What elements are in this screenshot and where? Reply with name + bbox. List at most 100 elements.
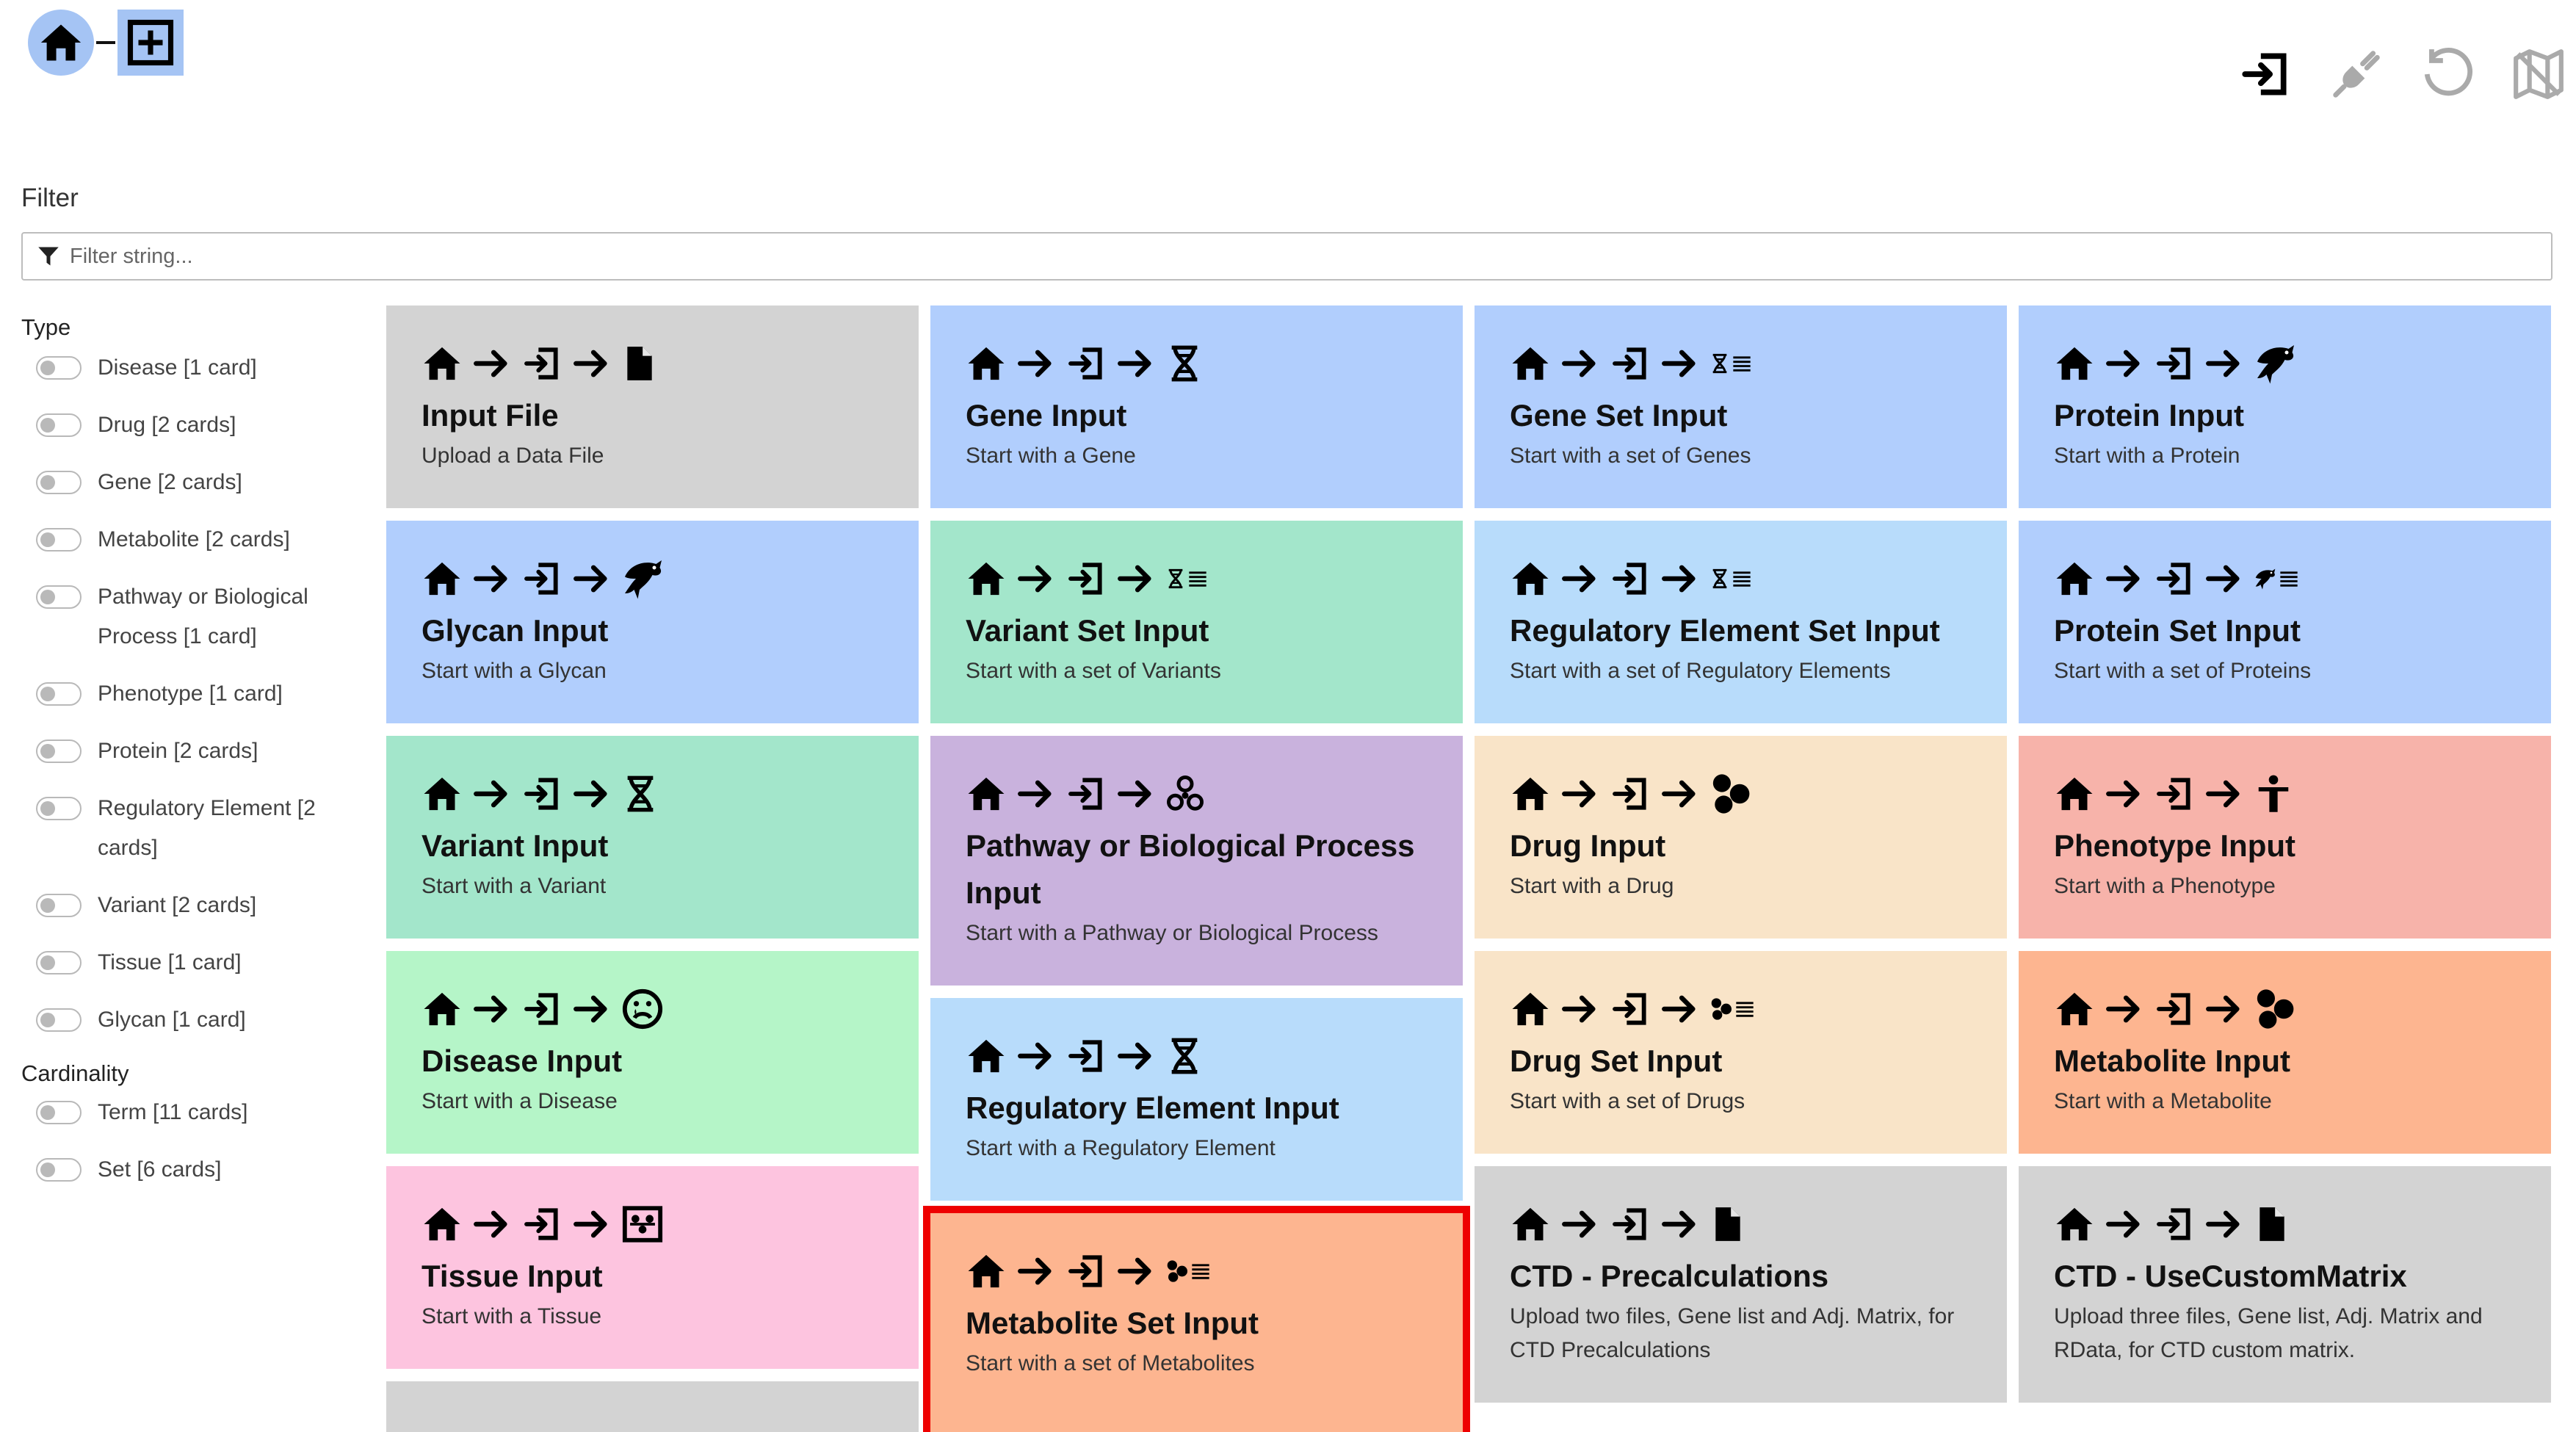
card-drug-input[interactable]: Drug Input Start with a Drug xyxy=(1475,736,2007,939)
import-icon xyxy=(1610,558,1651,599)
funnel-icon xyxy=(38,247,59,266)
toggle-label: Pathway or Biological Process [1 card] xyxy=(98,585,308,648)
filter-toggle-tissue[interactable]: Tissue [1 card] xyxy=(21,943,366,983)
filter-toggle-term[interactable]: Term [11 cards] xyxy=(21,1093,366,1132)
filter-toggle-regulatory-element[interactable]: Regulatory Element [2 cards] xyxy=(21,789,366,868)
card-partial[interactable] xyxy=(386,1381,919,1432)
card-gene-input[interactable]: Gene Input Start with a Gene xyxy=(930,305,1463,508)
arrow-right-icon xyxy=(1017,1037,1055,1075)
home-icon xyxy=(2054,988,2095,1030)
card-icon-chain xyxy=(2054,556,2551,601)
card-subtitle: Start with a set of Proteins xyxy=(2054,659,2312,683)
card-metabolite-set-input[interactable]: Metabolite Set Input Start with a set of … xyxy=(923,1206,1470,1432)
hourglass-icon xyxy=(1710,568,1730,589)
card-icon-chain xyxy=(2054,986,2551,1032)
filter-toggle-glycan[interactable]: Glycan [1 card] xyxy=(21,1000,366,1040)
file-icon xyxy=(1710,1206,1746,1243)
toggle-switch[interactable] xyxy=(36,585,82,609)
card-subtitle: Start with a Regulatory Element xyxy=(966,1136,1276,1160)
filter-toggle-drug[interactable]: Drug [2 cards] xyxy=(21,405,366,445)
arrow-right-icon xyxy=(2205,344,2243,383)
molecule-icon xyxy=(1710,997,1733,1021)
card-phenotype-input[interactable]: Phenotype Input Start with a Phenotype xyxy=(2019,736,2551,939)
card-drug-set-input[interactable]: Drug Set Input Start with a set of Drugs xyxy=(1475,951,2007,1154)
card-tissue-input[interactable]: Tissue Input Start with a Tissue xyxy=(386,1166,919,1369)
breadcrumb-separator xyxy=(96,41,115,44)
tissue-icon xyxy=(621,1203,664,1245)
arrow-right-icon xyxy=(1017,775,1055,813)
toggle-switch[interactable] xyxy=(36,413,82,437)
toggle-switch[interactable] xyxy=(36,894,82,917)
import-button[interactable] xyxy=(2237,46,2294,103)
card-title: CTD - Precalculations xyxy=(1510,1259,1829,1293)
import-icon xyxy=(521,558,562,599)
filter-toggle-phenotype[interactable]: Phenotype [1 card] xyxy=(21,674,366,714)
toggle-switch[interactable] xyxy=(36,1008,82,1032)
card-regulatory-element-input[interactable]: Regulatory Element Input Start with a Reg… xyxy=(930,998,1463,1201)
list-icon xyxy=(2279,568,2299,589)
reset-button[interactable] xyxy=(2419,46,2476,103)
card-regulatory-element-set-input[interactable]: Regulatory Element Set Input Start with a… xyxy=(1475,521,2007,723)
toggle-switch[interactable] xyxy=(36,951,82,974)
toggle-switch[interactable] xyxy=(36,1158,82,1182)
dolphin-icon xyxy=(621,557,665,601)
filter-field[interactable] xyxy=(21,232,2553,281)
filter-toggle-variant[interactable]: Variant [2 cards] xyxy=(21,886,366,925)
card-protein-input[interactable]: Protein Input Start with a Protein xyxy=(2019,305,2551,508)
arrow-right-icon xyxy=(1661,775,1699,813)
card-icon-chain xyxy=(966,556,1463,601)
toggle-label: Term [11 cards] xyxy=(98,1100,248,1124)
breadcrumb xyxy=(28,10,184,76)
card-subtitle: Start with a Tissue xyxy=(422,1304,602,1328)
filter-toggle-gene[interactable]: Gene [2 cards] xyxy=(21,463,366,502)
card-subtitle: Start with a set of Metabolites xyxy=(966,1351,1255,1375)
toggle-switch[interactable] xyxy=(36,356,82,380)
card-subtitle: Start with a set of Regulatory Elements xyxy=(1510,659,1891,683)
card-subtitle: Start with a set of Genes xyxy=(1510,444,1751,468)
toggle-switch[interactable] xyxy=(36,1101,82,1124)
card-variant-input[interactable]: Variant Input Start with a Variant xyxy=(386,736,919,939)
filter-input[interactable] xyxy=(70,244,2493,269)
molecule-icon xyxy=(2254,988,2296,1030)
arrow-right-icon xyxy=(473,344,511,383)
arrow-right-icon xyxy=(1117,344,1155,383)
card-title: Regulatory Element Input xyxy=(966,1091,1339,1125)
filter-toggle-pathway[interactable]: Pathway or Biological Process [1 card] xyxy=(21,577,366,657)
arrow-right-icon xyxy=(573,990,611,1028)
add-step-button[interactable] xyxy=(117,10,184,76)
card-input-file[interactable]: Input File Upload a Data File xyxy=(386,305,919,508)
toggle-switch[interactable] xyxy=(36,682,82,706)
import-icon xyxy=(2154,988,2195,1030)
card-ctd-usecustommatrix[interactable]: CTD - UseCustomMatrix Upload three files,… xyxy=(2019,1166,2551,1403)
filter-toggle-set[interactable]: Set [6 cards] xyxy=(21,1150,366,1190)
disconnect-button[interactable] xyxy=(2328,46,2385,103)
card-title: Input File xyxy=(422,398,559,433)
hourglass-icon xyxy=(1165,344,1204,383)
toggle-switch[interactable] xyxy=(36,471,82,494)
molecule-set-icon xyxy=(1165,1259,1211,1283)
toggle-switch[interactable] xyxy=(36,797,82,820)
card-disease-input[interactable]: Disease Input Start with a Disease xyxy=(386,951,919,1154)
card-ctd-precalculations[interactable]: CTD - Precalculations Upload two files, G… xyxy=(1475,1166,2007,1403)
filter-toggle-metabolite[interactable]: Metabolite [2 cards] xyxy=(21,520,366,560)
dolphin-icon xyxy=(621,557,665,601)
filter-toggle-disease[interactable]: Disease [1 card] xyxy=(21,348,366,388)
card-protein-set-input[interactable]: Protein Set Input Start with a set of Pro… xyxy=(2019,521,2551,723)
card-icon-chain xyxy=(2054,771,2551,817)
home-button[interactable] xyxy=(28,10,94,76)
card-variant-set-input[interactable]: Variant Set Input Start with a set of Var… xyxy=(930,521,1463,723)
arrow-right-icon xyxy=(1661,560,1699,598)
card-metabolite-input[interactable]: Metabolite Input Start with a Metabolite xyxy=(2019,951,2551,1154)
arrow-right-icon xyxy=(1561,344,1599,383)
home-icon xyxy=(966,343,1007,384)
toggle-switch[interactable] xyxy=(36,739,82,763)
card-pathway-or-biological-process-input[interactable]: Pathway or Biological Process Input Start… xyxy=(930,736,1463,986)
toggle-switch[interactable] xyxy=(36,528,82,552)
toggle-label: Protein [2 cards] xyxy=(98,739,258,763)
card-gene-set-input[interactable]: Gene Set Input Start with a set of Genes xyxy=(1475,305,2007,508)
card-glycan-input[interactable]: Glycan Input Start with a Glycan xyxy=(386,521,919,723)
file-icon xyxy=(2254,1206,2290,1243)
filter-toggle-protein[interactable]: Protein [2 cards] xyxy=(21,731,366,771)
map-button[interactable] xyxy=(2510,46,2567,103)
import-icon xyxy=(1610,343,1651,384)
